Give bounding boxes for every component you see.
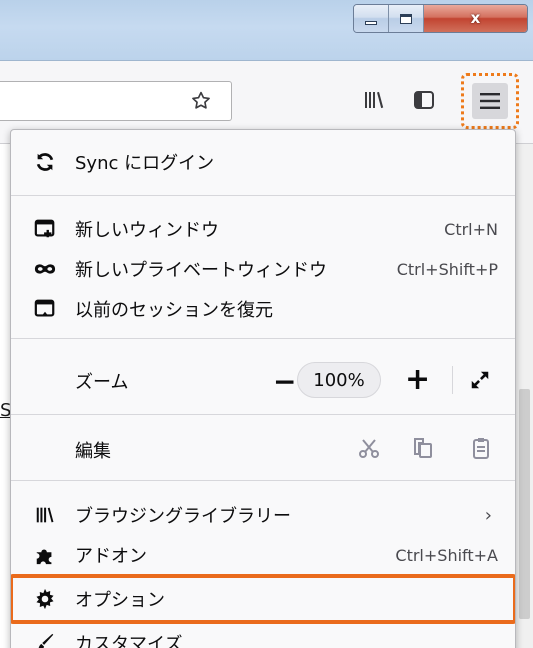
restore-session-label: 以前のセッションを復元 [75, 300, 273, 321]
chevron-right-icon: › [484, 504, 492, 526]
puzzle-piece-icon [36, 549, 52, 565]
page-scroll-thumb[interactable] [519, 389, 530, 619]
fullscreen-icon[interactable] [469, 369, 491, 391]
copy-icon[interactable] [411, 436, 435, 460]
new-window-label: 新しいウィンドウ [75, 220, 219, 241]
minimize-icon [365, 20, 377, 25]
star-icon[interactable] [190, 90, 212, 112]
minimize-button[interactable] [354, 5, 389, 32]
window-caption-buttons: x [353, 4, 528, 33]
addons-shortcut: Ctrl+Shift+A [395, 545, 498, 565]
private-window-label: 新しいプライベートウィンドウ [75, 260, 327, 281]
menu-item-restore-session[interactable]: 以前のセッションを復元 [11, 290, 515, 328]
library-icon [36, 507, 54, 523]
app-menu-panel: Sync にログイン 新しいウィンドウ Ctrl+N 新しいプライベートウィンド… [10, 129, 516, 648]
restore-session-icon [34, 299, 55, 317]
menu-button-highlight [461, 73, 519, 129]
library-label: ブラウジングライブラリー [75, 506, 291, 527]
menu-separator [11, 480, 515, 481]
menu-item-private-window[interactable]: 新しいプライベートウィンドウ Ctrl+Shift+P [11, 250, 515, 288]
zoom-separator [452, 366, 453, 394]
hamburger-menu-icon [480, 93, 500, 109]
sidebar-icon[interactable] [412, 88, 436, 112]
addons-label: アドオン [75, 546, 147, 567]
menu-item-edit: 編集 [11, 430, 515, 466]
maximize-icon [400, 13, 412, 24]
zoom-label: ズーム [75, 372, 129, 393]
menu-item-sync[interactable]: Sync にログイン [11, 140, 515, 184]
gear-icon [36, 588, 54, 610]
menu-item-zoom: ズーム − 100% + [11, 360, 515, 400]
close-button[interactable]: x [424, 5, 527, 32]
open-menu-button[interactable] [472, 83, 508, 119]
library-icon[interactable] [362, 88, 386, 112]
menu-separator [11, 414, 515, 415]
sync-icon [36, 153, 54, 171]
page-link-fragment[interactable]: S [0, 400, 10, 430]
url-bar[interactable] [0, 81, 232, 121]
menu-item-library[interactable]: ブラウジングライブラリー › [11, 496, 515, 534]
zoom-in-button[interactable]: + [405, 365, 430, 395]
menu-item-options[interactable]: オプション [11, 574, 515, 624]
edit-label: 編集 [75, 441, 111, 462]
title-bar: x [0, 0, 533, 61]
menu-separator [11, 195, 515, 196]
customize-label: カスタマイズ [75, 634, 183, 648]
options-label: オプション [75, 590, 165, 611]
new-window-shortcut: Ctrl+N [444, 219, 498, 239]
close-icon: x [470, 9, 481, 27]
private-window-shortcut: Ctrl+Shift+P [396, 259, 498, 279]
maximize-button[interactable] [389, 5, 424, 32]
menu-item-new-window[interactable]: 新しいウィンドウ Ctrl+N [11, 210, 515, 248]
cut-icon[interactable] [357, 436, 381, 460]
sync-label: Sync にログイン [75, 153, 215, 174]
page-scrollbar[interactable] [515, 144, 533, 648]
new-window-icon [34, 219, 55, 238]
zoom-reset-button[interactable]: 100% [297, 362, 381, 398]
menu-separator [11, 338, 515, 339]
paste-icon[interactable] [469, 436, 493, 460]
menu-item-customize[interactable]: カスタマイズ [11, 624, 515, 648]
private-mask-icon [34, 264, 56, 274]
zoom-out-button[interactable]: − [273, 368, 296, 396]
paintbrush-icon [38, 633, 54, 648]
menu-item-addons[interactable]: アドオン Ctrl+Shift+A [11, 536, 515, 574]
